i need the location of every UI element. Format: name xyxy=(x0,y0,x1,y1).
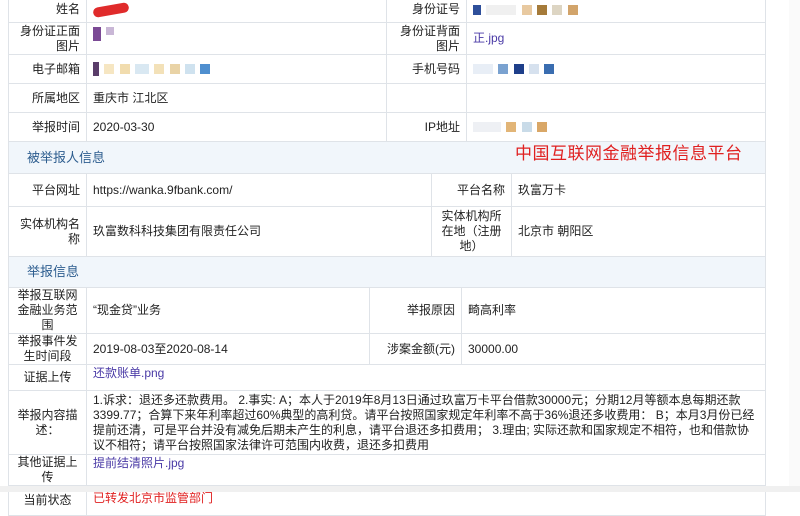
entity-location-value: 北京市 朝阳区 xyxy=(511,206,766,257)
period-value: 2019-08-03至2020-08-14 xyxy=(86,333,370,365)
content-value: 1.诉求：退还多还款费用。 2.事实: A；本人于2019年8月13日通过玖富万… xyxy=(86,390,766,455)
other-evidence-value: 提前结清照片.jpg xyxy=(86,454,766,486)
evidence-label: 证据上传 xyxy=(8,364,87,391)
reason-label: 举报原因 xyxy=(369,287,462,334)
platform-url-label: 平台网址 xyxy=(8,173,87,207)
table-row: 举报内容描述： 1.诉求：退还多还款费用。 2.事实: A；本人于2019年8月… xyxy=(8,390,766,455)
report-detail: 姓名 身份证号 身份证正面图片 身份证背面图片 正.jpg 电子邮箱 手机号码 … xyxy=(8,0,766,516)
other-evidence-file-link[interactable]: 提前结清照片.jpg xyxy=(93,456,184,470)
redaction-mark xyxy=(473,4,481,15)
redaction-mark xyxy=(185,64,196,75)
ip-value xyxy=(466,112,766,142)
redaction-mark xyxy=(529,64,540,75)
redaction-mark xyxy=(93,27,101,41)
table-row: 举报事件发生时间段 2019-08-03至2020-08-14 涉案金额(元) … xyxy=(8,333,766,365)
scrollbar[interactable] xyxy=(789,0,800,492)
entity-name-label: 实体机构名称 xyxy=(8,206,87,257)
id-number-label: 身份证号 xyxy=(386,0,467,23)
name-value xyxy=(86,0,387,23)
redaction-mark xyxy=(513,64,524,75)
name-label: 姓名 xyxy=(8,0,87,23)
redaction-mark xyxy=(498,64,509,75)
evidence-file-link[interactable]: 还款账单.png xyxy=(93,366,164,380)
other-evidence-label: 其他证据上传 xyxy=(8,454,87,486)
scope-value: “现金贷”业务 xyxy=(86,287,370,334)
redaction-mark xyxy=(154,64,165,75)
reported-party-table: 平台网址 https://wanka.9fbank.com/ 平台名称 玖富万卡… xyxy=(8,173,766,257)
scope-label: 举报互联网金融业务范围 xyxy=(8,287,87,334)
redaction-mark xyxy=(552,4,563,15)
redaction-mark xyxy=(135,64,150,75)
table-row: 电子邮箱 手机号码 xyxy=(8,54,766,84)
table-row: 实体机构名称 玖富数科科技集团有限责任公司 实体机构所在地（注册地） 北京市 朝… xyxy=(8,206,766,257)
region-blank-cell xyxy=(386,83,467,113)
platform-name-label: 平台名称 xyxy=(431,173,512,207)
entity-location-label: 实体机构所在地（注册地） xyxy=(431,206,512,257)
redaction-mark xyxy=(93,62,99,77)
table-row: 证据上传 还款账单.png xyxy=(8,364,766,391)
redaction-mark xyxy=(486,4,517,15)
email-value xyxy=(86,54,387,84)
id-back-label: 身份证背面图片 xyxy=(386,22,467,55)
table-row: 举报互联网金融业务范围 “现金贷”业务 举报原因 畸高利率 xyxy=(8,287,766,334)
redaction-mark xyxy=(506,122,517,133)
platform-url-value: https://wanka.9fbank.com/ xyxy=(86,173,432,207)
redaction-mark xyxy=(544,64,555,75)
bottom-edge xyxy=(0,486,800,492)
phone-value xyxy=(466,54,766,84)
report-time-label: 举报时间 xyxy=(8,112,87,142)
redaction-mark xyxy=(92,1,130,18)
table-row: 身份证正面图片 身份证背面图片 正.jpg xyxy=(8,22,766,55)
region-value: 重庆市 江北区 xyxy=(86,83,387,113)
redaction-mark xyxy=(200,64,211,75)
redaction-mark xyxy=(104,64,115,75)
redaction-mark xyxy=(567,4,578,15)
id-back-value: 正.jpg xyxy=(466,22,766,55)
redaction-mark xyxy=(473,122,501,133)
id-front-value xyxy=(86,22,387,55)
id-back-file-link[interactable]: 正.jpg xyxy=(473,31,504,45)
region-label: 所属地区 xyxy=(8,83,87,113)
id-number-value xyxy=(466,0,766,23)
report-info-section-header: 举报信息 xyxy=(8,257,766,287)
period-label: 举报事件发生时间段 xyxy=(8,333,87,365)
reporter-table: 姓名 身份证号 身份证正面图片 身份证背面图片 正.jpg 电子邮箱 手机号码 … xyxy=(8,0,766,142)
ip-label: IP地址 xyxy=(386,112,467,142)
entity-name-value: 玖富数科科技集团有限责任公司 xyxy=(86,206,432,257)
redaction-mark xyxy=(169,64,180,75)
report-info-table: 举报互联网金融业务范围 “现金贷”业务 举报原因 畸高利率 举报事件发生时间段 … xyxy=(8,287,766,516)
redaction-mark xyxy=(537,4,548,15)
redaction-mark xyxy=(521,122,532,133)
table-row: 其他证据上传 提前结清照片.jpg xyxy=(8,454,766,486)
redaction-mark xyxy=(521,4,532,15)
redaction-mark xyxy=(119,64,130,75)
table-row: 姓名 身份证号 xyxy=(8,0,766,23)
table-row: 所属地区 重庆市 江北区 xyxy=(8,83,766,113)
table-row: 举报时间 2020-03-30 IP地址 xyxy=(8,112,766,142)
content-label: 举报内容描述： xyxy=(8,390,87,455)
id-front-label: 身份证正面图片 xyxy=(8,22,87,55)
redaction-mark xyxy=(473,64,493,75)
platform-name-value: 玖富万卡 xyxy=(511,173,766,207)
email-label: 电子邮箱 xyxy=(8,54,87,84)
evidence-value: 还款账单.png xyxy=(86,364,766,391)
amount-label: 涉案金额(元) xyxy=(369,333,462,365)
section-title: 举报信息 xyxy=(27,264,80,279)
table-row: 平台网址 https://wanka.9fbank.com/ 平台名称 玖富万卡 xyxy=(8,173,766,207)
section-title: 被举报人信息 xyxy=(27,150,106,165)
report-time-value: 2020-03-30 xyxy=(86,112,387,142)
amount-value: 30000.00 xyxy=(461,333,766,365)
platform-watermark: 中国互联网金融举报信息平台 xyxy=(515,144,743,164)
phone-label: 手机号码 xyxy=(386,54,467,84)
redaction-mark xyxy=(537,122,548,133)
reason-value: 畸高利率 xyxy=(461,287,766,334)
region-blank-value xyxy=(466,83,766,113)
redaction-mark xyxy=(106,27,115,35)
